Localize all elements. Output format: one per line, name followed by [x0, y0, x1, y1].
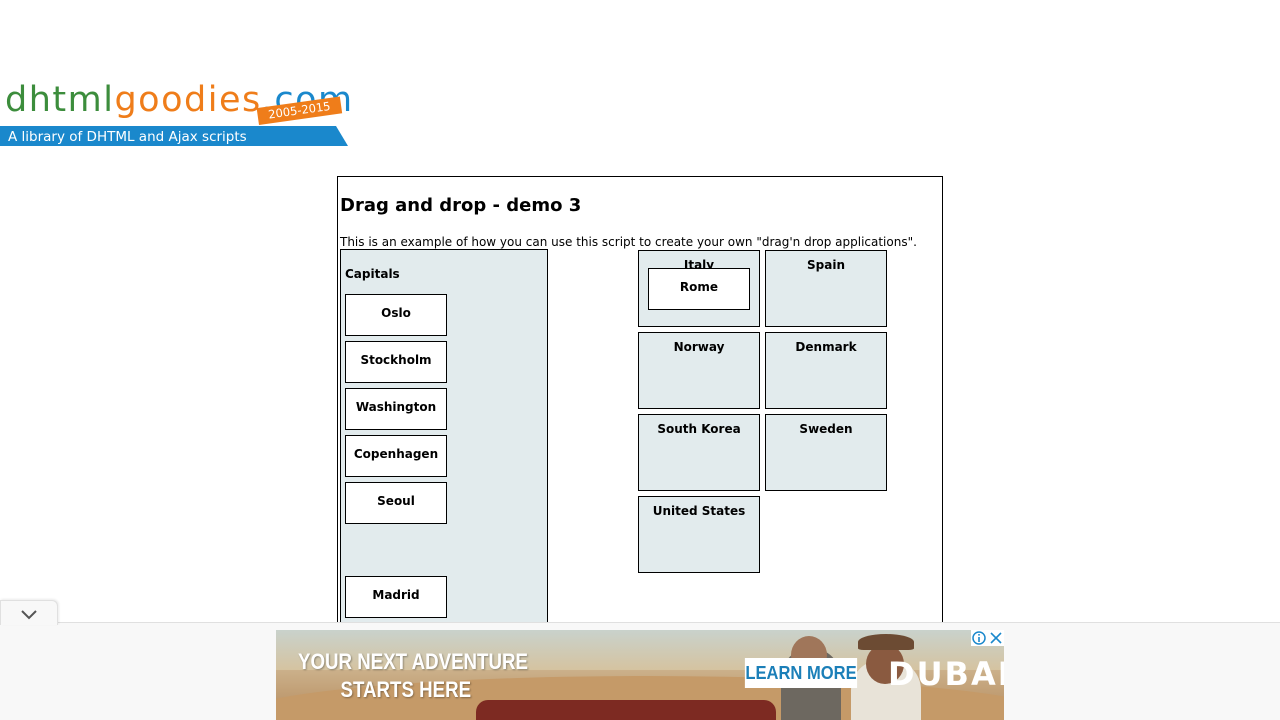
logo-part-goodies: goodies	[114, 80, 262, 120]
capitals-panel-title: Capitals	[345, 267, 400, 281]
country-label: South Korea	[657, 422, 741, 436]
country-box-united-states[interactable]: United States	[638, 496, 760, 573]
demo-container: Drag and drop - demo 3 This is an exampl…	[337, 176, 943, 651]
chevron-down-icon	[21, 610, 37, 620]
ad-headline-line1: YOUR NEXT ADVENTURE	[298, 649, 528, 674]
site-logo[interactable]: dhtmlgoodies.com A library of DHTML and …	[0, 80, 352, 150]
capital-stockholm[interactable]: Stockholm	[345, 341, 447, 383]
logo-part-dhtml: dhtml	[5, 80, 115, 120]
country-label: Norway	[673, 340, 725, 354]
country-box-italy[interactable]: Italy Rome	[638, 250, 760, 327]
ad-headline: YOUR NEXT ADVENTURE STARTS HERE	[298, 648, 528, 704]
country-label: Sweden	[799, 422, 853, 436]
capital-rome[interactable]: Rome	[648, 268, 750, 310]
ad-banner[interactable]: YOUR NEXT ADVENTURE STARTS HERE LEARN MO…	[276, 630, 1004, 720]
ad-collapse-button[interactable]	[0, 600, 58, 625]
capital-oslo[interactable]: Oslo	[345, 294, 447, 336]
capitals-panel: Capitals Oslo Stockholm Washington Copen…	[340, 249, 548, 651]
ad-headline-line2: STARTS HERE	[340, 677, 472, 702]
page-title: Drag and drop - demo 3	[340, 195, 582, 216]
intro-text: This is an example of how you can use th…	[340, 235, 917, 249]
capital-copenhagen[interactable]: Copenhagen	[345, 435, 447, 477]
logo-tagline: A library of DHTML and Ajax scripts	[8, 129, 247, 145]
country-box-sweden[interactable]: Sweden	[765, 414, 887, 491]
ad-learn-more-button[interactable]: LEARN MORE	[744, 658, 858, 688]
country-label: United States	[652, 504, 746, 518]
country-box-spain[interactable]: Spain	[765, 250, 887, 327]
close-icon[interactable]	[990, 632, 1002, 644]
capital-washington[interactable]: Washington	[345, 388, 447, 430]
ad-choices[interactable]	[971, 630, 1004, 646]
ad-person-image	[858, 634, 914, 650]
country-label: Denmark	[795, 340, 857, 354]
country-box-norway[interactable]: Norway	[638, 332, 760, 409]
country-box-south-korea[interactable]: South Korea	[638, 414, 760, 491]
country-label: Spain	[807, 258, 845, 272]
capital-seoul[interactable]: Seoul	[345, 482, 447, 524]
country-box-denmark[interactable]: Denmark	[765, 332, 887, 409]
capital-madrid[interactable]: Madrid	[345, 576, 447, 618]
ad-brand-logo: DUBAI	[888, 655, 1004, 693]
info-icon[interactable]	[972, 631, 986, 645]
